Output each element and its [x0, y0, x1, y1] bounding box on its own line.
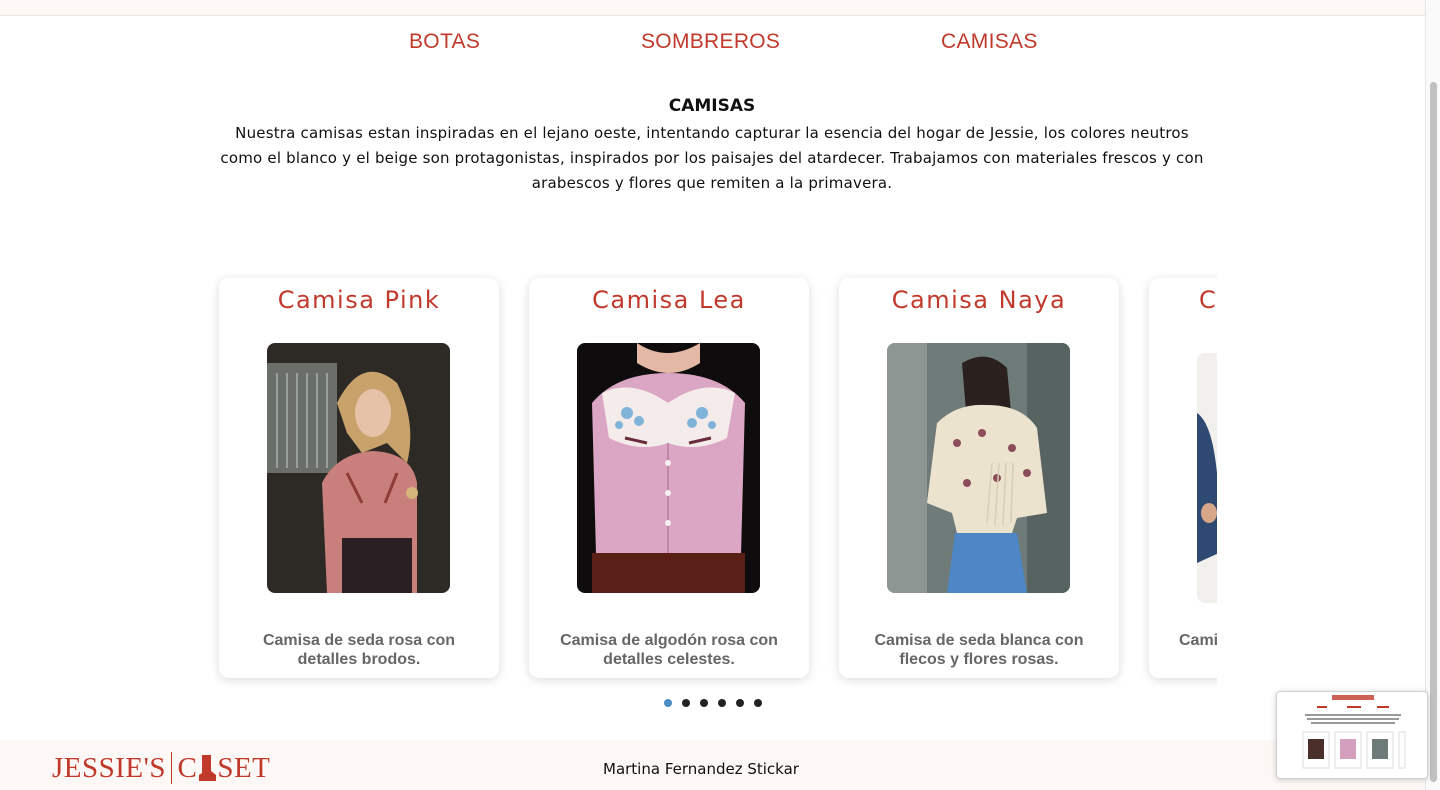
- product-card-naya[interactable]: Camisa Naya Camisa de seda blanca con fl…: [839, 278, 1119, 678]
- product-image: [267, 343, 450, 593]
- intro-section: CAMISAS Nuestra camisas estan inspiradas…: [212, 96, 1212, 196]
- product-description: Cami: [1179, 632, 1217, 649]
- product-title: Camisa Lea: [592, 286, 746, 314]
- product-description: Camisa de seda rosa con detalles brodos.: [262, 632, 456, 668]
- carousel-pagination: [664, 699, 762, 709]
- product-card-partial[interactable]: C Cami: [1149, 278, 1217, 678]
- section-description: Nuestra camisas estan inspiradas en el l…: [220, 124, 1204, 192]
- jessies-closet-logo[interactable]: JESSIE'S C SET: [52, 750, 270, 786]
- carousel-dot[interactable]: [754, 699, 762, 707]
- nav-link-camisas[interactable]: CAMISAS: [941, 30, 1038, 54]
- carousel-dot[interactable]: [664, 699, 672, 707]
- page-preview-thumbnail[interactable]: [1276, 691, 1428, 779]
- footer: JESSIE'S C SET Martina Fernandez Stickar: [0, 740, 1425, 790]
- carousel-dot[interactable]: [700, 699, 708, 707]
- product-carousel: Camisa Pink Camisa de seda rosa con deta…: [209, 270, 1217, 688]
- product-image: [887, 343, 1070, 593]
- carousel-dot[interactable]: [682, 699, 690, 707]
- carousel-dot[interactable]: [718, 699, 726, 707]
- page-scrollbar[interactable]: [1425, 0, 1440, 790]
- product-card-pink[interactable]: Camisa Pink Camisa de seda rosa con deta…: [219, 278, 499, 678]
- carousel-dot[interactable]: [736, 699, 744, 707]
- product-title: C: [1199, 286, 1217, 314]
- category-nav: BOTAS SOMBREROS CAMISAS: [0, 30, 1425, 58]
- logo-text-left: JESSIE'S: [52, 751, 166, 784]
- product-image: [577, 343, 760, 593]
- logo-text-c: C: [177, 751, 198, 784]
- product-title: Camisa Naya: [891, 286, 1067, 314]
- product-image: [1197, 353, 1217, 603]
- section-title: CAMISAS: [668, 96, 756, 116]
- footer-credit: Martina Fernandez Stickar: [603, 760, 799, 778]
- top-strip: [0, 0, 1425, 16]
- product-description: Camisa de algodón rosa con detalles cele…: [560, 632, 778, 668]
- product-description: Camisa de seda blanca con flecos y flore…: [874, 632, 1084, 668]
- product-title: Camisa Pink: [277, 286, 441, 314]
- product-card-lea[interactable]: Camisa Lea Camisa de algodón rosa con de: [529, 278, 809, 678]
- nav-link-sombreros[interactable]: SOMBREROS: [641, 30, 780, 54]
- nav-link-botas[interactable]: BOTAS: [409, 30, 480, 54]
- cowboy-boot-icon: [197, 753, 217, 783]
- logo-divider: [170, 752, 173, 784]
- logo-text-rest: SET: [217, 751, 271, 784]
- scrollbar-thumb[interactable]: [1430, 82, 1437, 782]
